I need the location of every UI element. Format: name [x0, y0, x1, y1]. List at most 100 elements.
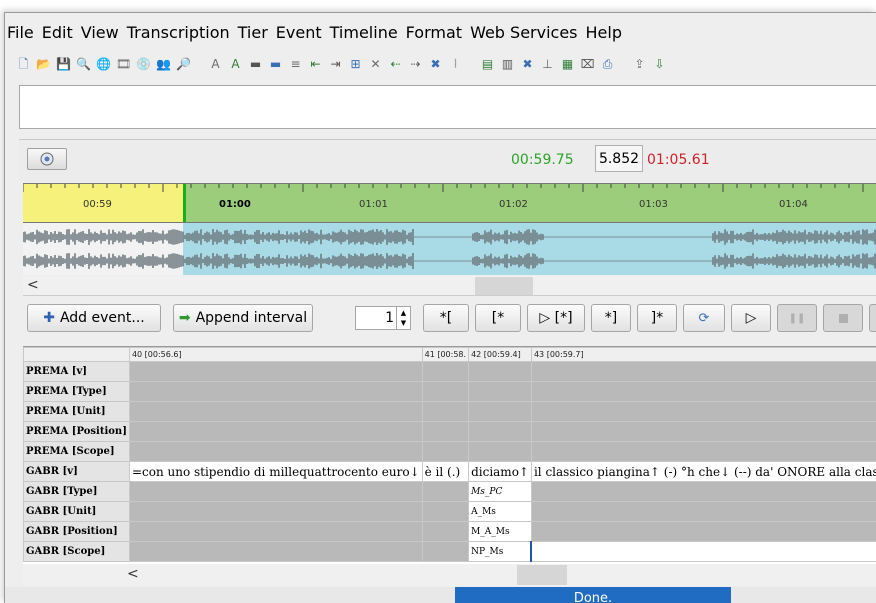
- empty-cell[interactable]: [530, 481, 876, 502]
- film-icon[interactable]: 🎞: [115, 56, 132, 73]
- import-icon[interactable]: ⇩: [651, 56, 668, 73]
- insert-right-icon[interactable]: ⇢: [407, 56, 424, 73]
- empty-cell[interactable]: [421, 401, 470, 422]
- menu-timeline[interactable]: Timeline: [330, 23, 398, 42]
- shift-right-icon[interactable]: ⇥: [327, 56, 344, 73]
- empty-cell[interactable]: [530, 361, 876, 382]
- pause-icon[interactable]: ⦚: [447, 56, 464, 73]
- tier-props-icon[interactable]: ▥: [499, 56, 516, 73]
- empty-cell[interactable]: [128, 541, 423, 562]
- event-column-header[interactable]: 40 [00:56.6]: [128, 347, 423, 362]
- event-column-header[interactable]: 42 [00:59.4]: [468, 347, 532, 362]
- bracket-start-button[interactable]: [*: [475, 304, 521, 332]
- empty-cell[interactable]: [530, 421, 876, 442]
- timeline-scrollbar[interactable]: <: [23, 276, 876, 296]
- empty-cell[interactable]: [128, 361, 423, 382]
- append-interval-button[interactable]: ➡ Append interval: [173, 304, 313, 332]
- loop-button[interactable]: ⟳: [683, 304, 725, 332]
- tier-up-icon[interactable]: ⊥: [539, 56, 556, 73]
- event-cell[interactable]: Ms_PC: [468, 481, 532, 502]
- event-cell[interactable]: A_Ms: [468, 501, 532, 522]
- grid-scrollbar[interactable]: <: [23, 564, 876, 586]
- save-icon[interactable]: 💾: [55, 56, 72, 73]
- stop-button[interactable]: [823, 304, 863, 332]
- cross-icon[interactable]: ✖: [427, 56, 444, 73]
- grid-scroll-thumb[interactable]: [517, 565, 567, 585]
- cd-icon[interactable]: 💿: [135, 56, 152, 73]
- empty-cell[interactable]: [421, 381, 470, 402]
- tier-label[interactable]: GABR [Scope]: [23, 541, 130, 562]
- menu-web-services[interactable]: Web Services: [470, 23, 577, 42]
- menu-edit[interactable]: Edit: [42, 23, 73, 42]
- empty-cell[interactable]: [468, 401, 532, 422]
- extra-button[interactable]: [869, 304, 876, 332]
- empty-cell[interactable]: [128, 401, 423, 422]
- empty-cell[interactable]: [530, 401, 876, 422]
- empty-cell[interactable]: [421, 521, 470, 542]
- event-cell[interactable]: NP_Ms: [468, 541, 532, 562]
- empty-cell[interactable]: [128, 421, 423, 442]
- tier-label[interactable]: GABR [v]: [23, 461, 130, 482]
- open-icon[interactable]: 📂: [35, 56, 52, 73]
- menu-event[interactable]: Event: [276, 23, 322, 42]
- shift-left-icon[interactable]: ⇤: [307, 56, 324, 73]
- empty-cell[interactable]: [530, 541, 876, 562]
- find-icon[interactable]: 🔎: [175, 56, 192, 73]
- search-icon[interactable]: 🔍: [75, 56, 92, 73]
- event-cell[interactable]: =con uno stipendio di millequattrocento …: [128, 461, 423, 482]
- tier-label[interactable]: PREMA [Scope]: [23, 441, 130, 462]
- event-column-header[interactable]: 43 [00:59.7]: [530, 347, 876, 362]
- pause-button[interactable]: ❚❚: [777, 304, 817, 332]
- menu-transcription[interactable]: Transcription: [127, 23, 230, 42]
- empty-cell[interactable]: [468, 441, 532, 462]
- empty-cell[interactable]: [530, 441, 876, 462]
- empty-cell[interactable]: [421, 501, 470, 522]
- empty-cell[interactable]: [128, 381, 423, 402]
- event-cell[interactable]: diciamo↑: [468, 461, 532, 482]
- empty-cell[interactable]: [421, 441, 470, 462]
- users-icon[interactable]: 👥: [155, 56, 172, 73]
- tier-label[interactable]: GABR [Type]: [23, 481, 130, 502]
- grid-scroll-left-icon[interactable]: <: [127, 566, 139, 582]
- audio-settings-button[interactable]: [27, 148, 67, 170]
- insert-left-icon[interactable]: ⇠: [387, 56, 404, 73]
- timeline-scroll-thumb[interactable]: [475, 277, 533, 295]
- empty-cell[interactable]: [468, 361, 532, 382]
- play-selection-button[interactable]: ▷ [*]: [527, 304, 585, 332]
- delete-event-icon[interactable]: ✕: [367, 56, 384, 73]
- interval-spinner[interactable]: 1 ▲ ▼: [355, 306, 411, 330]
- tier-label[interactable]: PREMA [Type]: [23, 381, 130, 402]
- event-column-header[interactable]: 41 [00:58.: [421, 347, 470, 362]
- start-interval-button[interactable]: *[: [423, 304, 469, 332]
- empty-cell[interactable]: [468, 381, 532, 402]
- tier-label[interactable]: GABR [Unit]: [23, 501, 130, 522]
- empty-cell[interactable]: [128, 501, 423, 522]
- web-icon[interactable]: 🌐: [95, 56, 112, 73]
- tier-remove-icon[interactable]: ✖: [519, 56, 536, 73]
- play-button[interactable]: ▷: [731, 304, 771, 332]
- event-text-editor[interactable]: [19, 85, 876, 129]
- playback-cursor[interactable]: [183, 184, 186, 222]
- empty-cell[interactable]: [128, 481, 423, 502]
- waveform-panel[interactable]: [23, 223, 876, 275]
- empty-cell[interactable]: [128, 441, 423, 462]
- bracket-end-button[interactable]: ]*: [637, 304, 677, 332]
- new-icon[interactable]: 🗋: [15, 56, 32, 73]
- empty-cell[interactable]: [421, 481, 470, 502]
- menu-file[interactable]: File: [7, 23, 34, 42]
- tier-delete-icon[interactable]: ⌧: [579, 56, 596, 73]
- event-cell[interactable]: il classico piangina↑ (-) °h che↓ (--) d…: [530, 461, 876, 482]
- empty-cell[interactable]: [530, 381, 876, 402]
- spinner-arrows[interactable]: ▲ ▼: [396, 307, 410, 329]
- tier-label[interactable]: PREMA [Position]: [23, 421, 130, 442]
- empty-cell[interactable]: [421, 541, 470, 562]
- tier-label[interactable]: GABR [Position]: [23, 521, 130, 542]
- empty-cell[interactable]: [530, 521, 876, 542]
- merge-icon[interactable]: ▬: [247, 56, 264, 73]
- menu-view[interactable]: View: [81, 23, 119, 42]
- add-event-button[interactable]: ✚ Add event...: [27, 304, 161, 332]
- export-icon[interactable]: ⇪: [631, 56, 648, 73]
- event-cell[interactable]: M_A_Ms: [468, 521, 532, 542]
- empty-cell[interactable]: [530, 501, 876, 522]
- event-cell[interactable]: è il (.): [421, 461, 470, 482]
